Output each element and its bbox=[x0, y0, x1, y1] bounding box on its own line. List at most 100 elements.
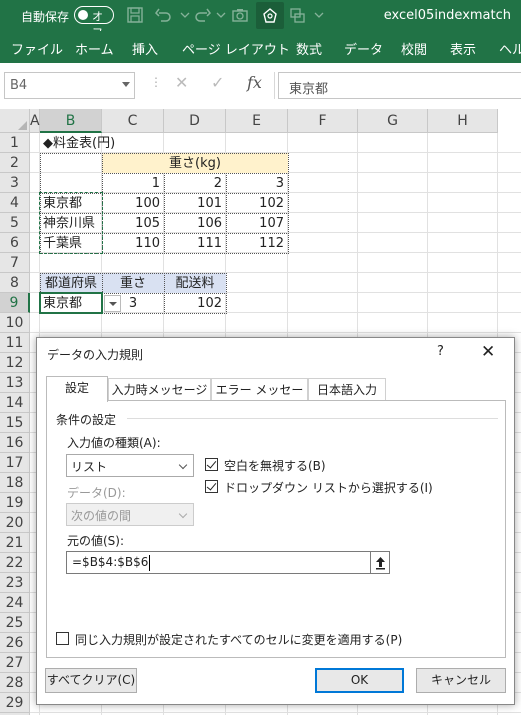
column-header-a[interactable]: A bbox=[30, 109, 40, 133]
data-select: 次の値の間 bbox=[66, 503, 194, 526]
row-header-14[interactable]: 14 bbox=[0, 393, 30, 413]
column-header-b[interactable]: B bbox=[40, 109, 102, 133]
tab-view[interactable]: 表示 bbox=[450, 39, 476, 58]
row-header-1[interactable]: 1 bbox=[0, 133, 30, 153]
data-value: 次の値の間 bbox=[71, 509, 132, 523]
close-icon[interactable]: ✕ bbox=[481, 342, 495, 362]
price-cell: 105 bbox=[135, 216, 160, 231]
row-header-21[interactable]: 21 bbox=[0, 533, 30, 553]
row-header-6[interactable]: 6 bbox=[0, 233, 30, 253]
collapse-dialog-button[interactable] bbox=[371, 551, 390, 574]
customize-dropdown-icon[interactable] bbox=[309, 6, 329, 24]
row-header-23[interactable]: 23 bbox=[0, 573, 30, 593]
formula-input[interactable]: 東京都 bbox=[278, 72, 521, 99]
undo-icon[interactable] bbox=[153, 6, 173, 24]
weight-value: 2 bbox=[213, 176, 222, 191]
cancel-button[interactable]: キャンセル bbox=[416, 668, 506, 693]
column-header-g[interactable]: G bbox=[358, 109, 428, 133]
row-header-17[interactable]: 17 bbox=[0, 453, 30, 473]
row-header-25[interactable]: 25 bbox=[0, 613, 30, 633]
insert-function-icon[interactable]: fx bbox=[247, 73, 262, 92]
tab-formulas[interactable]: 数式 bbox=[296, 39, 322, 58]
row-header-9[interactable]: 9 bbox=[0, 293, 30, 313]
column-header-h[interactable]: H bbox=[428, 109, 498, 133]
camera-icon[interactable] bbox=[230, 6, 250, 24]
tab-settings[interactable]: 設定 bbox=[46, 376, 108, 402]
redo-dropdown-icon[interactable] bbox=[211, 6, 231, 24]
chevron-down-icon[interactable] bbox=[175, 455, 193, 476]
row-header-18[interactable]: 18 bbox=[0, 473, 30, 493]
help-icon[interactable]: ? bbox=[437, 344, 444, 359]
title-bar: 自動保存 オフ excel05indexmatch bbox=[0, 0, 521, 39]
tab-file[interactable]: ファイル bbox=[11, 39, 63, 58]
price-cell: 101 bbox=[197, 196, 222, 211]
column-header-c[interactable]: C bbox=[102, 109, 164, 133]
row-header-4[interactable]: 4 bbox=[0, 193, 30, 213]
row-header-12[interactable]: 12 bbox=[0, 353, 30, 373]
tab-input-message[interactable]: 入力時メッセージ bbox=[108, 378, 211, 401]
row-header-26[interactable]: 26 bbox=[0, 633, 30, 653]
in-cell-dropdown-checkbox[interactable] bbox=[205, 480, 218, 493]
tab-help[interactable]: ヘル bbox=[499, 39, 521, 58]
clear-all-button[interactable]: すべてクリア(C) bbox=[45, 668, 137, 693]
save-icon[interactable] bbox=[125, 6, 145, 24]
row-header-15[interactable]: 15 bbox=[0, 413, 30, 433]
row-header-24[interactable]: 24 bbox=[0, 593, 30, 613]
apply-all-label: 同じ入力規則が設定されたすべてのセルに変更を適用する(P) bbox=[75, 633, 403, 647]
column-header-d[interactable]: D bbox=[164, 109, 226, 133]
ignore-blank-checkbox[interactable] bbox=[205, 458, 218, 471]
row-header-22[interactable]: 22 bbox=[0, 553, 30, 573]
tab-page-layout[interactable]: ページ レイアウト bbox=[182, 39, 290, 58]
row-header-20[interactable]: 20 bbox=[0, 513, 30, 533]
group-divider bbox=[127, 418, 498, 419]
source-input[interactable]: =$B$4:$B$6 bbox=[66, 551, 371, 574]
formula-bar: B4 ⋮ ✕ ✓ fx 東京都 bbox=[0, 63, 521, 109]
price-cell: 100 bbox=[135, 196, 160, 211]
cell-dropdown-button[interactable] bbox=[104, 295, 121, 312]
dialog-title: データの入力規則 bbox=[47, 348, 144, 362]
row-header-19[interactable]: 19 bbox=[0, 493, 30, 513]
row-header-5[interactable]: 5 bbox=[0, 213, 30, 233]
row-header-29[interactable]: 29 bbox=[0, 693, 30, 713]
upload-arrow-icon bbox=[376, 557, 385, 570]
active-cell[interactable] bbox=[39, 292, 103, 314]
chevron-down-icon[interactable] bbox=[122, 82, 130, 87]
tab-insert[interactable]: 挿入 bbox=[132, 39, 158, 58]
refresh-icon[interactable] bbox=[256, 2, 284, 29]
row-header-13[interactable]: 13 bbox=[0, 373, 30, 393]
tab-home[interactable]: ホーム bbox=[75, 39, 114, 58]
redo-icon[interactable] bbox=[193, 6, 213, 24]
column-header-f[interactable]: F bbox=[288, 109, 358, 133]
allow-select[interactable]: リスト bbox=[66, 454, 194, 477]
name-box[interactable]: B4 bbox=[4, 72, 135, 99]
price-cell: 107 bbox=[259, 216, 284, 231]
row-header-7[interactable]: 7 bbox=[0, 253, 30, 273]
source-label: 元の値(S): bbox=[67, 534, 125, 548]
row-header-8[interactable]: 8 bbox=[0, 273, 30, 293]
row-header-11[interactable]: 11 bbox=[0, 333, 30, 353]
enter-icon[interactable]: ✓ bbox=[211, 73, 224, 92]
row-header-2[interactable]: 2 bbox=[0, 153, 30, 173]
tab-error-alert[interactable]: エラー メッセージ bbox=[211, 378, 308, 419]
row-header-28[interactable]: 28 bbox=[0, 673, 30, 693]
row-header-16[interactable]: 16 bbox=[0, 433, 30, 453]
row-header-3[interactable]: 3 bbox=[0, 173, 30, 193]
tab-ime-mode[interactable]: 日本語入力 bbox=[308, 378, 386, 401]
row-header-27[interactable]: 27 bbox=[0, 653, 30, 673]
undo-dropdown-icon[interactable] bbox=[175, 6, 195, 24]
cell-border bbox=[40, 153, 103, 194]
text-caret bbox=[149, 555, 150, 571]
column-header-e[interactable]: E bbox=[226, 109, 288, 133]
settings-panel: 条件の設定 入力値の種類(A): リスト 空白を無視する(B) ドロップダウン … bbox=[46, 400, 506, 658]
cancel-icon[interactable]: ✕ bbox=[175, 73, 188, 92]
tab-data[interactable]: データ bbox=[344, 39, 383, 58]
forms-icon[interactable] bbox=[287, 6, 307, 24]
ok-button[interactable]: OK bbox=[315, 668, 404, 693]
select-all-corner[interactable] bbox=[0, 109, 30, 133]
row-header-10[interactable]: 10 bbox=[0, 313, 30, 333]
formula-value: 東京都 bbox=[289, 82, 329, 97]
copy-marquee bbox=[39, 192, 103, 254]
autosave-toggle[interactable]: オフ bbox=[74, 6, 114, 39]
tab-review[interactable]: 校閲 bbox=[401, 39, 427, 58]
apply-all-checkbox[interactable] bbox=[56, 632, 69, 645]
